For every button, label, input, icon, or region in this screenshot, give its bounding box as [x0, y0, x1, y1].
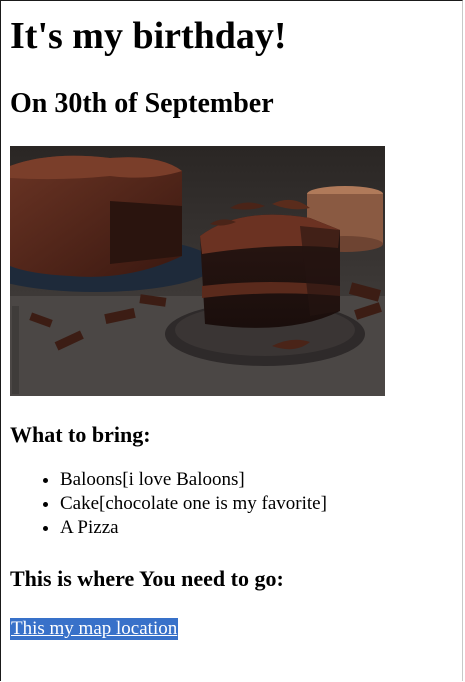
bring-heading: What to bring:	[10, 422, 151, 447]
date-heading: On 30th of September	[10, 88, 274, 119]
cake-image	[10, 146, 385, 396]
list-item: Cake[chocolate one is my favorite]	[60, 492, 460, 516]
bring-list: Baloons[i love Baloons] Cake[chocolate o…	[10, 468, 460, 540]
page-content: It's my birthday! On 30th of September W…	[10, 0, 460, 640]
page-title: It's my birthday!	[10, 15, 287, 57]
list-item: Baloons[i love Baloons]	[60, 468, 460, 492]
list-item: A Pizza	[60, 516, 460, 540]
map-location-link[interactable]: This my map location	[10, 618, 179, 640]
location-heading: This is where You need to go:	[10, 566, 284, 591]
